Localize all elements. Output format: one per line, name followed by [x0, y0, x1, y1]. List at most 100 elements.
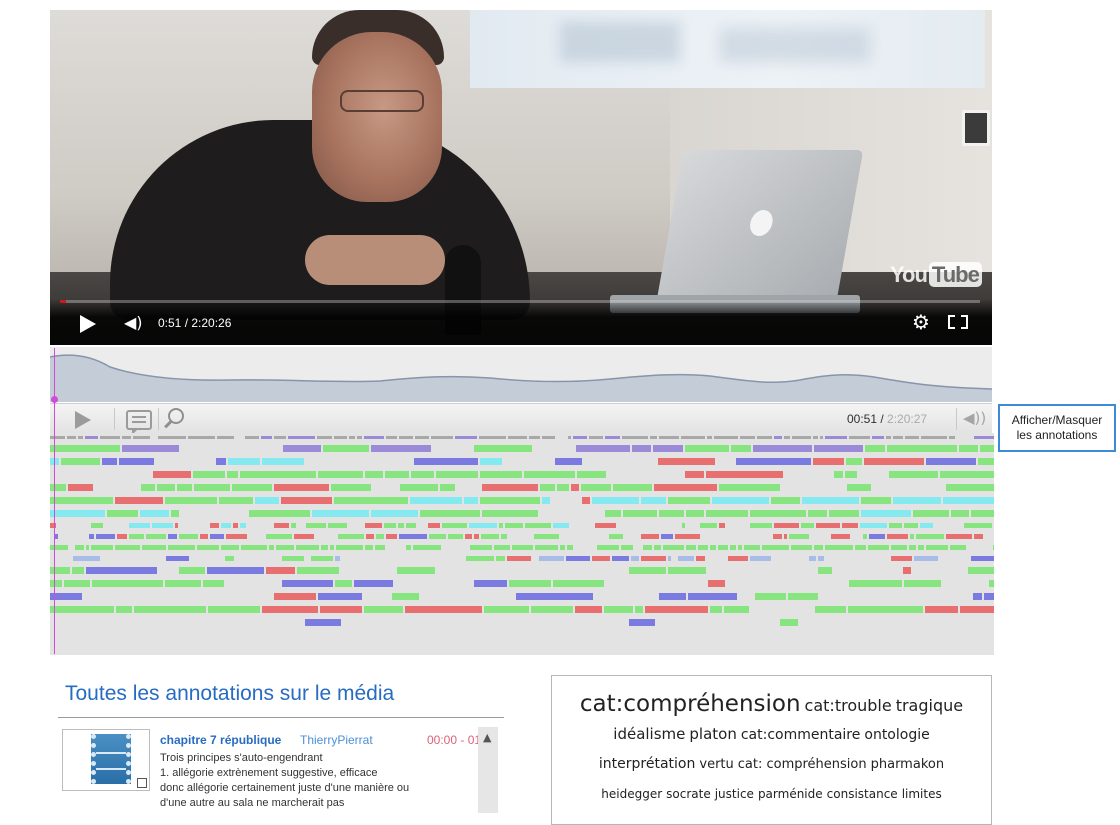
timeline-annotation-segment[interactable] [221, 545, 239, 550]
timeline-annotation-segment[interactable] [193, 471, 225, 478]
timeline-annotation-segment[interactable] [197, 545, 219, 550]
timeline-annotation-segment[interactable] [194, 484, 230, 491]
timeline-annotation-segment[interactable] [535, 545, 558, 550]
timeline-annotation-segment[interactable] [50, 567, 70, 574]
timeline-annotation-segment[interactable] [696, 556, 705, 561]
timeline-annotation-segment[interactable] [85, 436, 98, 439]
timeline-annotation-segment[interactable] [115, 545, 140, 550]
timeline-annotation-segment[interactable] [516, 593, 593, 600]
timeline-annotation-segment[interactable] [73, 556, 100, 561]
timeline-annotation-segment[interactable] [845, 471, 857, 478]
timeline-annotation-segment[interactable] [366, 534, 374, 539]
timeline-annotation-segment[interactable] [338, 534, 364, 539]
timeline-annotation-segment[interactable] [863, 534, 867, 539]
timeline-annotation-segment[interactable] [141, 484, 155, 491]
timeline-annotation-segment[interactable] [274, 436, 286, 439]
timeline-annotation-segment[interactable] [597, 545, 619, 550]
timeline-annotation-segment[interactable] [296, 545, 319, 550]
timeline-annotation-segment[interactable] [168, 534, 177, 539]
timeline-annotation-segment[interactable] [808, 510, 827, 517]
timeline-annotation-segment[interactable] [814, 545, 823, 550]
timeline-annotation-segment[interactable] [653, 445, 683, 452]
timeline-annotation-segment[interactable] [913, 510, 949, 517]
timeline-annotation-segment[interactable] [385, 471, 409, 478]
timeline-annotation-segment[interactable] [889, 471, 938, 478]
timeline-annotation-segment[interactable] [75, 545, 84, 550]
timeline-annotation-segment[interactable] [406, 545, 411, 550]
timeline-annotation-segment[interactable] [210, 523, 219, 528]
timeline-annotation-segment[interactable] [92, 580, 163, 587]
timeline-annotation-segment[interactable] [659, 510, 684, 517]
timeline-annotation-segment[interactable] [869, 534, 885, 539]
timeline-annotation-segment[interactable] [724, 606, 749, 613]
video-player[interactable]: You Tube ◀) 0:51 / 2:20:26 ⚙ [50, 10, 992, 345]
timeline-annotation-segment[interactable] [330, 545, 334, 550]
timeline-annotation-segment[interactable] [142, 545, 166, 550]
timeline-annotation-segment[interactable] [825, 545, 853, 550]
timeline-annotation-segment[interactable] [482, 484, 538, 491]
chevron-up-icon[interactable]: ▲ [483, 731, 491, 744]
timeline-annotation-segment[interactable] [140, 510, 169, 517]
tag-link[interactable]: limites [902, 787, 942, 801]
timeline-annotation-segment[interactable] [825, 436, 847, 439]
timeline-annotation-segment[interactable] [849, 580, 902, 587]
timeline-annotation-segment[interactable] [470, 545, 492, 550]
timeline-annotation-segment[interactable] [661, 534, 673, 539]
timeline-annotation-segment[interactable] [122, 436, 131, 439]
timeline-annotation-segment[interactable] [855, 545, 866, 550]
timeline-annotation-segment[interactable] [274, 484, 329, 491]
timeline-annotation-segment[interactable] [904, 580, 941, 587]
timeline-annotation-segment[interactable] [773, 534, 782, 539]
timeline-annotation-segment[interactable] [681, 436, 705, 439]
timeline-annotation-segment[interactable] [482, 510, 538, 517]
timeline-annotation-segment[interactable] [240, 471, 316, 478]
timeline-annotation-segment[interactable] [466, 556, 494, 561]
timeline-annotation-segment[interactable] [371, 510, 418, 517]
timeline-annotation-segment[interactable] [914, 556, 938, 561]
timeline-annotation-segment[interactable] [376, 534, 384, 539]
timeline-annotation-segment[interactable] [281, 497, 332, 504]
timeline-annotation-segment[interactable] [645, 606, 708, 613]
timeline-annotation-segment[interactable] [410, 497, 462, 504]
timeline-annotation-segment[interactable] [508, 436, 527, 439]
tag-link[interactable]: parménide [758, 787, 823, 801]
timeline-annotation-segment[interactable] [974, 436, 994, 439]
timeline-annotation-segment[interactable] [792, 436, 811, 439]
timeline-annotation-segment[interactable] [974, 534, 983, 539]
timeline-annotation-segment[interactable] [481, 534, 499, 539]
timeline-annotation-segment[interactable] [91, 523, 103, 528]
timeline-annotation-segment[interactable] [364, 606, 403, 613]
timeline-annotation-segment[interactable] [641, 497, 666, 504]
timeline-annotation-segment[interactable] [860, 523, 887, 528]
timeline-annotation-segment[interactable] [440, 484, 455, 491]
gear-icon[interactable]: ⚙ [912, 310, 930, 334]
timeline-annotation-segment[interactable] [861, 497, 891, 504]
timeline-annotation-segment[interactable] [659, 436, 679, 439]
timeline-annotation-segment[interactable] [993, 545, 994, 550]
timeline-annotation-segment[interactable] [814, 445, 863, 452]
timeline-annotation-segment[interactable] [788, 593, 818, 600]
timeline-annotation-segment[interactable] [177, 484, 192, 491]
timeline-annotation-segment[interactable] [774, 436, 782, 439]
timeline-annotation-segment[interactable] [64, 580, 90, 587]
annotation-title[interactable]: chapitre 7 république [160, 733, 281, 747]
timeline-annotation-segment[interactable] [107, 510, 138, 517]
timeline-annotation-segment[interactable] [750, 556, 771, 561]
timeline-annotation-segment[interactable] [274, 523, 289, 528]
timeline-annotation-segment[interactable] [605, 510, 621, 517]
timeline-annotation-segment[interactable] [225, 556, 234, 561]
timeline-annotation-segment[interactable] [282, 580, 333, 587]
tag-link[interactable]: pharmakon [871, 757, 944, 772]
timeline-annotation-segment[interactable] [909, 545, 916, 550]
timeline-annotation-segment[interactable] [609, 534, 623, 539]
timeline-annotation-segment[interactable] [753, 445, 812, 452]
timeline-annotation-segment[interactable] [399, 436, 413, 439]
timeline-annotation-segment[interactable] [480, 471, 522, 478]
timeline-annotation-segment[interactable] [207, 567, 264, 574]
timeline-annotation-segment[interactable] [129, 534, 144, 539]
timeline-annotation-segment[interactable] [893, 497, 941, 504]
timeline-annotation-segment[interactable] [542, 497, 550, 504]
timeline-annotation-segment[interactable] [494, 545, 510, 550]
timeline-annotation-segment[interactable] [232, 484, 272, 491]
timeline-annotation-segment[interactable] [629, 619, 655, 626]
